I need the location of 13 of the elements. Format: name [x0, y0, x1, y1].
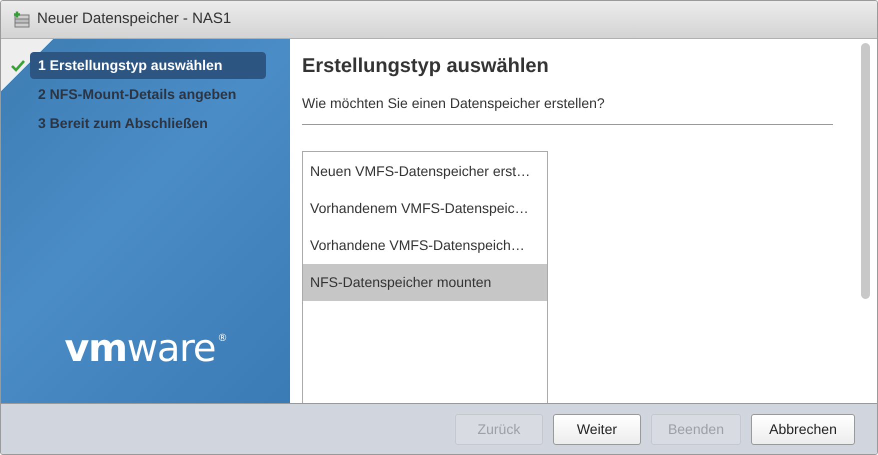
list-item[interactable]: Vorhandene VMFS-Datenspeich… — [303, 227, 547, 264]
list-item[interactable]: NFS-Datenspeicher mounten — [303, 264, 547, 301]
vmware-logo: vmware® — [64, 324, 228, 372]
page-title: Erstellungstyp auswählen — [302, 54, 550, 79]
page-question: Wie möchten Sie einen Datenspeicher erstellen? — [302, 93, 833, 125]
datastore-add-icon — [13, 10, 31, 28]
window-title: Neuer Datenspeicher - NAS1 — [37, 9, 232, 30]
wizard-button[interactable]: Abbrechen — [751, 414, 855, 444]
scrollbar-thumb[interactable] — [861, 43, 870, 299]
wizard-step[interactable]: 1 Erstellungstyp auswählen — [30, 52, 266, 79]
list-item[interactable]: Neuen VMFS-Datenspeicher erst… — [303, 153, 547, 190]
wizard-button[interactable]: Weiter — [552, 414, 641, 444]
list-item[interactable]: Vorhandenem VMFS-Datenspeic… — [303, 190, 547, 227]
